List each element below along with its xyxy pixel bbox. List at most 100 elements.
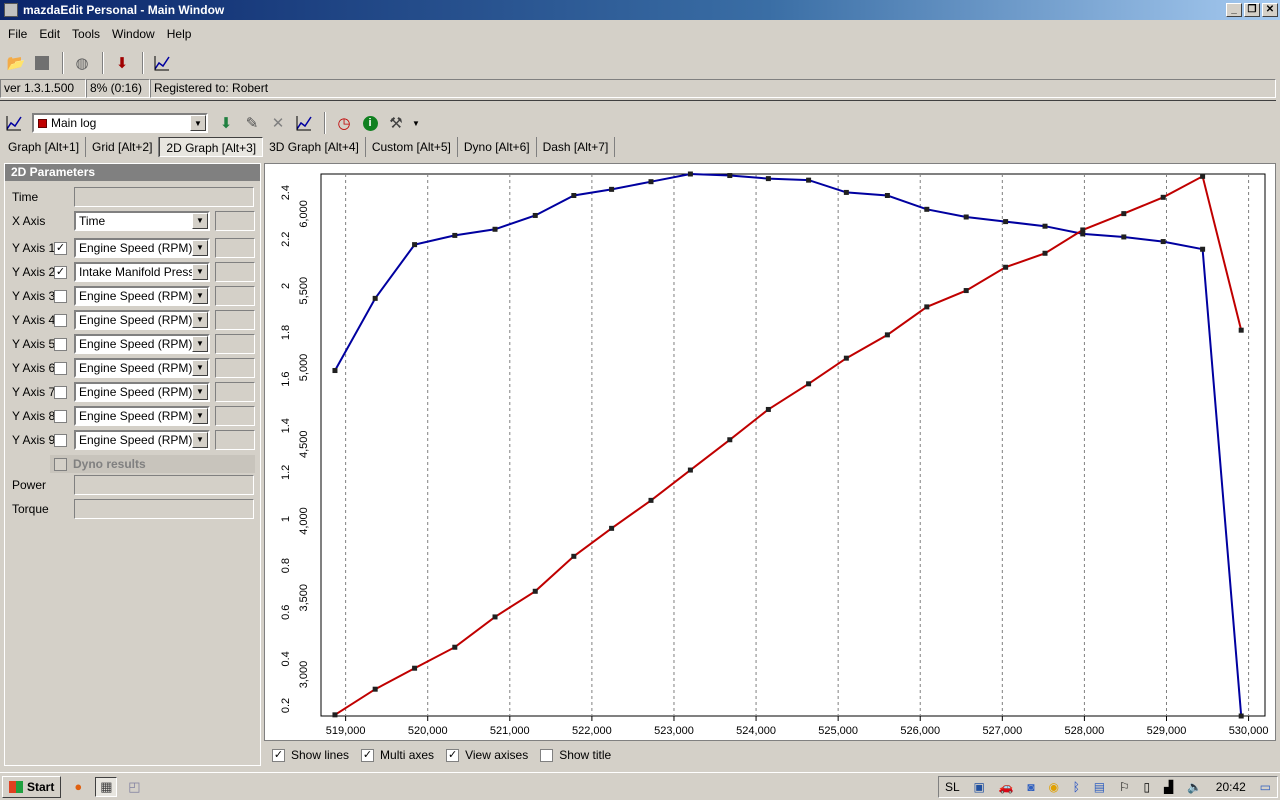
y-axis-checkbox[interactable] xyxy=(54,433,67,447)
y-axis-select[interactable]: Engine Speed (RPM) ▼ xyxy=(74,286,210,306)
open-folder-icon[interactable]: 📂 xyxy=(4,51,28,75)
tab-dyno[interactable]: Dyno [Alt+6] xyxy=(458,137,537,157)
restore-button[interactable]: ❐ xyxy=(1244,3,1260,17)
show-title-checkbox[interactable] xyxy=(540,748,554,762)
signal-icon[interactable]: ▟ xyxy=(1164,780,1173,794)
y-axis-extra-field[interactable] xyxy=(215,262,255,282)
tools-icon[interactable]: ⚒ xyxy=(384,111,408,135)
y-axis-checkbox[interactable] xyxy=(54,361,67,375)
menu-tools[interactable]: Tools xyxy=(68,27,104,41)
data-point xyxy=(648,497,654,503)
time-field[interactable] xyxy=(74,187,254,207)
view-tabs: Graph [Alt+1] Grid [Alt+2] 2D Graph [Alt… xyxy=(2,136,616,158)
x-axis-select[interactable]: Time ▼ xyxy=(74,211,210,231)
menu-help[interactable]: Help xyxy=(163,27,196,41)
y-axis-extra-field[interactable] xyxy=(215,358,255,378)
ecu-icon[interactable]: ◍ xyxy=(70,51,94,75)
show-lines-checkbox[interactable]: ✓ xyxy=(272,748,285,762)
clock-icon[interactable]: ◷ xyxy=(332,111,356,135)
y-axis-extra-field[interactable] xyxy=(215,334,255,354)
y-axis-checkbox[interactable] xyxy=(54,409,67,423)
y-axis-extra-field[interactable] xyxy=(215,238,255,258)
graph-icon[interactable] xyxy=(150,51,174,75)
menu-edit[interactable]: Edit xyxy=(35,27,64,41)
chevron-down-icon[interactable]: ▼ xyxy=(192,264,208,280)
graph-icon[interactable] xyxy=(2,111,26,135)
x-tick-label: 520,000 xyxy=(408,725,448,737)
mazdaedit-taskbar-icon[interactable]: ▦ xyxy=(95,776,118,797)
show-desktop-icon[interactable]: ▭ xyxy=(1260,780,1271,794)
tab-2d-graph[interactable]: 2D Graph [Alt+3] xyxy=(159,137,264,157)
show-title-option[interactable]: Show title xyxy=(540,748,611,762)
tab-dash[interactable]: Dash [Alt+7] xyxy=(537,137,616,157)
app-taskbar-icon[interactable]: ◰ xyxy=(123,777,145,797)
tab-grid[interactable]: Grid [Alt+2] xyxy=(86,137,160,157)
chevron-down-icon[interactable]: ▼ xyxy=(192,213,208,229)
y-axis-extra-field[interactable] xyxy=(215,310,255,330)
graph-icon[interactable] xyxy=(292,111,316,135)
y-axis-select[interactable]: Engine Speed (RPM) ▼ xyxy=(74,406,210,426)
y-axis-extra-field[interactable] xyxy=(215,286,255,306)
bluetooth-icon[interactable]: ᛒ xyxy=(1073,780,1080,794)
chevron-down-icon[interactable]: ▼ xyxy=(192,336,208,352)
firefox-icon[interactable]: ● xyxy=(67,777,89,797)
chevron-down-icon[interactable]: ▼ xyxy=(192,384,208,400)
y-axis-select[interactable]: Engine Speed (RPM) ▼ xyxy=(74,382,210,402)
download-icon[interactable]: ⬇ xyxy=(214,111,238,135)
y-axis-checkbox[interactable] xyxy=(54,337,67,351)
chevron-down-icon[interactable]: ▼ xyxy=(192,408,208,424)
power-field[interactable] xyxy=(74,475,254,495)
chevron-down-icon[interactable]: ▼ xyxy=(192,360,208,376)
minimize-button[interactable]: _ xyxy=(1226,3,1242,17)
multi-axes-checkbox[interactable]: ✓ xyxy=(361,748,375,762)
delete-icon[interactable]: ✕ xyxy=(266,111,290,135)
y-axis-select[interactable]: Engine Speed (RPM) ▼ xyxy=(74,238,210,258)
flag-icon[interactable]: ⚐ xyxy=(1119,780,1130,794)
start-button[interactable]: Start xyxy=(2,775,62,798)
chevron-down-icon[interactable]: ▼ xyxy=(192,288,208,304)
view-axises-checkbox[interactable]: ✓ xyxy=(446,748,460,762)
y-axis-extra-field[interactable] xyxy=(215,382,255,402)
view-axises-option[interactable]: ✓ View axises xyxy=(446,748,528,762)
tab-3d-graph[interactable]: 3D Graph [Alt+4] xyxy=(263,137,366,157)
chevron-down-icon[interactable]: ▼ xyxy=(192,312,208,328)
y-axis-extra-field[interactable] xyxy=(215,430,255,450)
chevron-down-icon[interactable]: ▼ xyxy=(410,111,422,135)
network-icon[interactable]: ▣ xyxy=(974,780,985,794)
y-axis-select[interactable]: Engine Speed (RPM) ▼ xyxy=(74,310,210,330)
tab-custom[interactable]: Custom [Alt+5] xyxy=(366,137,458,157)
show-lines-option[interactable]: ✓ Show lines xyxy=(272,748,349,762)
menu-file[interactable]: File xyxy=(4,27,31,41)
edit-icon[interactable]: ✎ xyxy=(240,111,264,135)
stop-icon[interactable] xyxy=(30,51,54,75)
log-select[interactable]: Main log ▼ xyxy=(32,113,208,133)
norton-icon[interactable]: ◉ xyxy=(1048,780,1058,794)
car-icon[interactable]: 🚗 xyxy=(999,780,1014,794)
language-indicator[interactable]: SL xyxy=(945,780,960,794)
y-axis-select[interactable]: Engine Speed (RPM) ▼ xyxy=(74,334,210,354)
chevron-down-icon[interactable]: ▼ xyxy=(192,432,208,448)
x-axis-extra-field[interactable] xyxy=(215,211,255,231)
y-axis-checkbox[interactable] xyxy=(54,289,67,303)
y-axis-select[interactable]: Intake Manifold Pressure ▼ xyxy=(74,262,210,282)
flash-icon[interactable]: ⬇ xyxy=(110,51,134,75)
y-axis-checkbox[interactable]: ✓ xyxy=(54,265,67,279)
y-axis-select[interactable]: Engine Speed (RPM) ▼ xyxy=(74,358,210,378)
torque-field[interactable] xyxy=(74,499,254,519)
y-axis-select[interactable]: Engine Speed (RPM) ▼ xyxy=(74,430,210,450)
chevron-down-icon[interactable]: ▼ xyxy=(190,115,206,131)
battery-icon[interactable]: ▯ xyxy=(1144,780,1151,794)
multi-axes-option[interactable]: ✓ Multi axes xyxy=(361,748,434,762)
menu-window[interactable]: Window xyxy=(108,27,159,41)
volume-icon[interactable]: 🔈 xyxy=(1187,780,1202,794)
document-icon[interactable]: ▤ xyxy=(1094,780,1105,794)
chevron-down-icon[interactable]: ▼ xyxy=(192,240,208,256)
close-button[interactable]: ✕ xyxy=(1262,3,1278,17)
y-axis-checkbox[interactable] xyxy=(54,385,67,399)
info-icon[interactable]: i xyxy=(358,111,382,135)
y-axis-checkbox[interactable]: ✓ xyxy=(54,241,67,255)
y-axis-checkbox[interactable] xyxy=(54,313,67,327)
app-tray-icon[interactable]: ◙ xyxy=(1027,780,1034,794)
y-axis-extra-field[interactable] xyxy=(215,406,255,426)
tab-graph[interactable]: Graph [Alt+1] xyxy=(2,137,87,157)
